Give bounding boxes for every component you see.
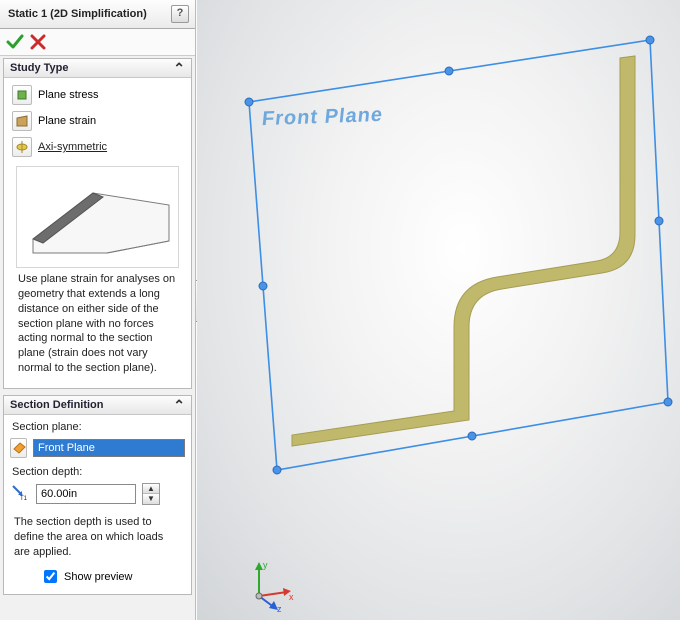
section-depth-footnote: The section depth is used to define the … [10, 511, 185, 566]
option-plane-stress[interactable]: Plane stress [10, 82, 185, 108]
panel-header: Static 1 (2D Simplification) ? [0, 0, 195, 29]
axisym-icon [12, 137, 32, 157]
show-preview-checkbox[interactable] [44, 570, 57, 583]
section-definition-group: Section Definition ⌃ Section plane: Sect… [3, 395, 192, 596]
spin-up-icon[interactable]: ▲ [143, 484, 159, 495]
view-triad[interactable]: y x z [241, 554, 301, 614]
study-type-group: Study Type ⌃ Plane stress Plane strain [3, 58, 192, 389]
plane-selector-icon[interactable] [10, 438, 27, 458]
spin-down-icon[interactable]: ▼ [143, 494, 159, 504]
panel-title: Static 1 (2D Simplification) [8, 8, 171, 20]
option-label: Plane stress [38, 89, 99, 101]
triad-x-label: x [289, 592, 294, 602]
plane-strain-icon [12, 111, 32, 131]
depth-spinner[interactable]: ▲ ▼ [142, 483, 160, 505]
ok-cancel-bar [0, 29, 195, 56]
collapse-icon: ⌃ [173, 63, 185, 73]
triad-z-label: z [277, 604, 282, 614]
section-plane-field[interactable] [33, 439, 185, 457]
depth-icon: T1 [10, 483, 30, 504]
svg-text:T1: T1 [20, 496, 28, 501]
triad-y-label: y [263, 560, 268, 570]
collapse-icon: ⌃ [173, 400, 185, 410]
ok-button[interactable] [6, 33, 24, 51]
section-definition-body: Section plane: Section depth: T1 ▲ ▼ The… [4, 415, 191, 595]
study-type-title: Study Type [10, 62, 68, 74]
option-axi-symmetric[interactable]: Axi-symmetric [10, 134, 185, 160]
study-type-header[interactable]: Study Type ⌃ [4, 59, 191, 78]
option-label: Plane strain [38, 115, 96, 127]
section-plane-label: Section plane: [10, 419, 185, 435]
model-overlay [197, 0, 680, 620]
section-definition-header[interactable]: Section Definition ⌃ [4, 396, 191, 415]
show-preview-label: Show preview [64, 571, 132, 583]
study-type-description: Use plane strain for analyses on geometr… [10, 272, 185, 384]
graphics-viewport[interactable]: Front Plane y x z [197, 0, 680, 620]
option-plane-strain[interactable]: Plane strain [10, 108, 185, 134]
study-type-body: Plane stress Plane strain Axi-symmetric [4, 78, 191, 388]
section-geometry[interactable] [292, 56, 635, 446]
section-depth-label: Section depth: [10, 464, 185, 480]
cancel-button[interactable] [30, 34, 46, 50]
plane-stress-icon [12, 85, 32, 105]
show-preview-row[interactable]: Show preview [10, 565, 185, 590]
option-label: Axi-symmetric [38, 141, 107, 153]
property-manager-panel: Static 1 (2D Simplification) ? Study Typ… [0, 0, 196, 620]
help-button[interactable]: ? [171, 5, 189, 23]
concept-preview-image [16, 166, 179, 268]
section-depth-field[interactable] [36, 484, 136, 504]
section-definition-title: Section Definition [10, 399, 104, 411]
